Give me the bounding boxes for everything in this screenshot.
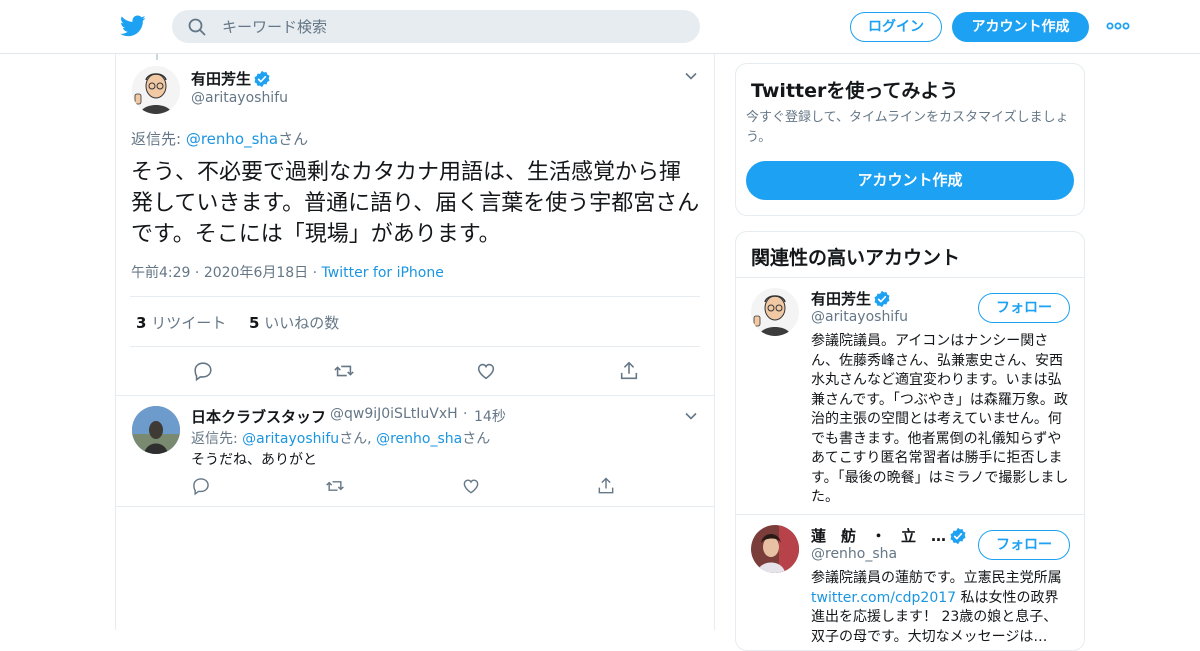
follow-button[interactable]: フォロー <box>978 530 1070 560</box>
follow-button[interactable]: フォロー <box>978 293 1070 323</box>
reply-to-handle-link[interactable]: @renho_sha <box>376 431 462 447</box>
reply-author-name[interactable]: 日本クラブスタッフ <box>191 406 326 427</box>
like-heart-icon[interactable] <box>461 476 481 496</box>
retweet-icon[interactable] <box>333 360 355 382</box>
like-count: 5 <box>249 314 260 332</box>
chevron-down-icon[interactable] <box>684 69 698 83</box>
like-label: いいねの数 <box>264 314 340 332</box>
share-icon[interactable] <box>618 360 640 382</box>
divider <box>130 296 700 297</box>
avatar[interactable] <box>751 525 799 573</box>
twitter-bird-icon[interactable] <box>120 13 146 39</box>
account-bio: 参議院議員。アイコンはナンシー関さん、佐藤秀峰さん、弘兼憲史さん、安西水丸さんな… <box>811 333 1069 505</box>
search-input[interactable] <box>222 16 682 38</box>
reply-icon[interactable] <box>191 476 211 496</box>
retweet-label: リツイート <box>151 314 227 332</box>
avatar[interactable] <box>751 288 799 336</box>
tweet-date[interactable]: 2020年6月18日 <box>204 265 308 281</box>
account-name[interactable]: 有田芳生 <box>811 288 871 309</box>
divider <box>116 506 714 507</box>
tweet-meta: 午前4:29 · 2020年6月18日 · Twitter for iPhone <box>131 262 444 282</box>
verified-badge-icon <box>254 70 270 88</box>
avatar[interactable] <box>132 66 180 114</box>
reply-to-handle-link[interactable]: @aritayoshifu <box>242 431 339 447</box>
account-name[interactable]: 蓮 舫 ・ 立 … <box>811 525 946 546</box>
reply-to-prefix: 返信先: <box>131 130 182 148</box>
timeline-column: 有田芳生 @aritayoshifu 返信先: @renho_shaさん そう、… <box>115 54 715 630</box>
like-heart-icon[interactable] <box>475 360 497 382</box>
reply-to-prefix: 返信先: <box>191 431 238 447</box>
divider <box>130 346 700 347</box>
top-bar: ログイン アカウント作成 <box>0 0 1200 54</box>
signup-card-button[interactable]: アカウント作成 <box>746 161 1074 200</box>
share-icon[interactable] <box>596 476 616 496</box>
tweet-stats: 3 リツイート 5 いいねの数 <box>136 312 339 333</box>
related-card-title: 関連性の高いアカウント <box>751 247 961 269</box>
reply-to-line: 返信先: @aritayoshifuさん, @renho_shaさん <box>191 428 490 448</box>
chevron-down-icon[interactable] <box>684 409 698 423</box>
search-icon <box>188 18 206 36</box>
reply-to-mid: さん, <box>339 431 372 447</box>
reply-text: そうだね、ありがと <box>191 452 317 468</box>
meta-separator: · <box>194 265 204 281</box>
reply-author-handle[interactable]: @qw9iJ0iSLtIuVxH <box>330 406 458 422</box>
like-stat[interactable]: 5 いいねの数 <box>249 314 339 332</box>
reply-to-line: 返信先: @renho_shaさん <box>131 128 308 149</box>
signup-button[interactable]: アカウント作成 <box>952 12 1089 42</box>
search-bar[interactable] <box>172 10 700 43</box>
divider <box>736 514 1084 515</box>
meta-separator: · <box>312 265 322 281</box>
reply-age[interactable]: 14秒 <box>474 406 506 426</box>
login-button[interactable]: ログイン <box>850 12 942 42</box>
tweet-time[interactable]: 午前4:29 <box>131 265 190 281</box>
account-handle[interactable]: @aritayoshifu <box>811 309 908 325</box>
reply-to-suffix: さん <box>462 431 491 447</box>
tweet-source-link[interactable]: Twitter for iPhone <box>322 265 444 281</box>
avatar[interactable] <box>132 406 180 454</box>
retweet-count: 3 <box>136 314 147 332</box>
divider <box>736 277 1084 278</box>
account-bio: 参議院議員の蓮舫です。立憲民主党所属 twitter.com/cdp2017 私… <box>811 569 1069 647</box>
author-name[interactable]: 有田芳生 <box>191 68 251 89</box>
more-options-icon[interactable] <box>1106 18 1130 34</box>
related-accounts-card: 関連性の高いアカウント 有田芳生 @aritayoshifu フォロー 参議院議… <box>735 231 1085 651</box>
signup-card-title: Twitterを使ってみよう <box>751 80 959 102</box>
thread-connector <box>156 54 158 60</box>
divider <box>116 395 714 396</box>
reply-icon[interactable] <box>192 360 214 382</box>
signup-card-subtitle: 今すぐ登録して、タイムラインをカスタマイズしましょう。 <box>746 110 1069 145</box>
reply-age-separator: · <box>463 406 468 422</box>
retweet-stat[interactable]: 3 リツイート <box>136 314 226 332</box>
author-handle[interactable]: @aritayoshifu <box>191 90 288 106</box>
verified-badge-icon <box>950 527 966 545</box>
reply-to-handle-link[interactable]: @renho_sha <box>186 130 278 148</box>
verified-badge-icon <box>874 290 890 308</box>
reply-to-suffix: さん <box>278 130 309 148</box>
retweet-icon[interactable] <box>325 476 345 496</box>
bio-text: 参議院議員の蓮舫です。立憲民主党所属 <box>811 570 1062 586</box>
bio-link[interactable]: twitter.com/cdp2017 <box>811 590 956 606</box>
tweet-text: そう、不必要で過剰なカタカナ用語は、生活感覚から揮発していきます。普通に語り、届… <box>131 160 700 247</box>
signup-card: Twitterを使ってみよう 今すぐ登録して、タイムラインをカスタマイズしましょ… <box>735 63 1085 216</box>
account-handle[interactable]: @renho_sha <box>811 546 897 562</box>
